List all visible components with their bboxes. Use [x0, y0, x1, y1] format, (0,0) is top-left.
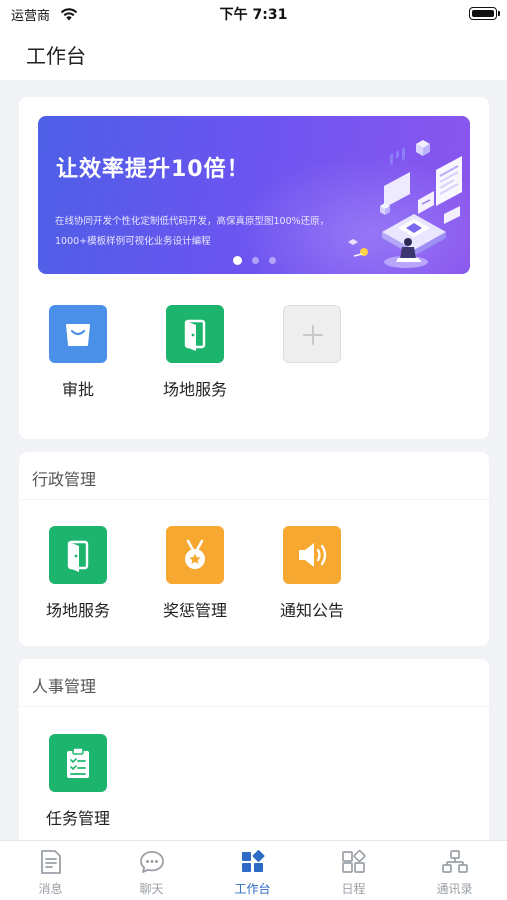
clipboard-checklist-icon	[49, 734, 107, 792]
tab-label: 工作台	[234, 882, 271, 896]
section-header: 人事管理	[19, 659, 489, 707]
app-task-management[interactable]: 任务管理	[28, 734, 128, 829]
medal-icon	[166, 526, 224, 584]
door-icon	[49, 526, 107, 584]
banner-dot[interactable]	[232, 256, 242, 265]
banner-description: 在线协同开发个性化定制低代码开发，高保真原型图100%还原，1000+模板样例可…	[55, 216, 330, 247]
app-label: 场地服务	[45, 601, 110, 620]
section-title: 行政管理	[32, 470, 97, 489]
battery-icon	[469, 7, 500, 20]
tab-contacts[interactable]: 通讯录	[404, 841, 505, 900]
status-bar: 运营商 下午 7:31	[0, 0, 507, 28]
tab-schedule[interactable]: 日程	[303, 841, 404, 900]
page-title: 工作台	[26, 44, 86, 68]
section-hr-management: 人事管理 任务管理	[19, 659, 489, 849]
banner-pagination[interactable]	[38, 250, 470, 269]
nav-bar: 工作台	[0, 28, 507, 80]
section-title: 人事管理	[32, 677, 97, 696]
app-label: 通知公告	[279, 601, 344, 620]
tab-label: 聊天	[139, 882, 164, 896]
tab-label: 日程	[341, 882, 366, 896]
org-chart-icon	[441, 850, 468, 873]
app-venue-service[interactable]: 场地服务	[28, 526, 128, 621]
section-header: 行政管理	[19, 452, 489, 500]
app-venue-service[interactable]: 场地服务	[145, 305, 245, 400]
app-label: 场地服务	[162, 380, 227, 399]
tab-label: 通讯录	[436, 882, 473, 896]
app-announcements[interactable]: 通知公告	[262, 526, 362, 621]
banner-title: 让效率提升10倍！	[56, 157, 250, 182]
app-approval[interactable]: 审批	[28, 305, 128, 400]
schedule-grid-icon	[341, 849, 366, 873]
app-rewards-penalties[interactable]: 奖惩管理	[145, 526, 245, 621]
clock: 下午 7:31	[219, 7, 288, 23]
bottom-tab-bar: 消息 聊天 工作台 日程 通讯录	[0, 840, 507, 900]
app-label: 奖惩管理	[162, 601, 227, 620]
banner-dot[interactable]	[268, 257, 276, 264]
promo-banner[interactable]: 让效率提升10倍！ 在线协同开发个性化定制低代码开发，高保真原型图100%还原，…	[38, 116, 470, 274]
door-icon	[166, 305, 224, 363]
tab-label: 消息	[38, 882, 63, 896]
workbench-grid-icon	[241, 850, 264, 872]
speaker-icon	[283, 526, 341, 584]
tab-workbench[interactable]: 工作台	[202, 841, 303, 900]
app-label: 审批	[61, 380, 94, 399]
tab-messages[interactable]: 消息	[0, 841, 101, 900]
app-label: 任务管理	[45, 809, 110, 828]
chat-bubble-icon	[139, 851, 164, 873]
add-app-button[interactable]	[262, 305, 362, 363]
shopping-bag-icon	[49, 305, 107, 363]
banner-dot[interactable]	[251, 257, 259, 264]
section-admin-management: 行政管理 场地服务 奖惩管理 通知公告	[19, 452, 489, 646]
plus-icon	[283, 305, 341, 363]
message-doc-icon	[40, 850, 61, 874]
quick-access-card: 让效率提升10倍！ 在线协同开发个性化定制低代码开发，高保真原型图100%还原，…	[19, 97, 489, 439]
tab-chat[interactable]: 聊天	[101, 841, 202, 900]
